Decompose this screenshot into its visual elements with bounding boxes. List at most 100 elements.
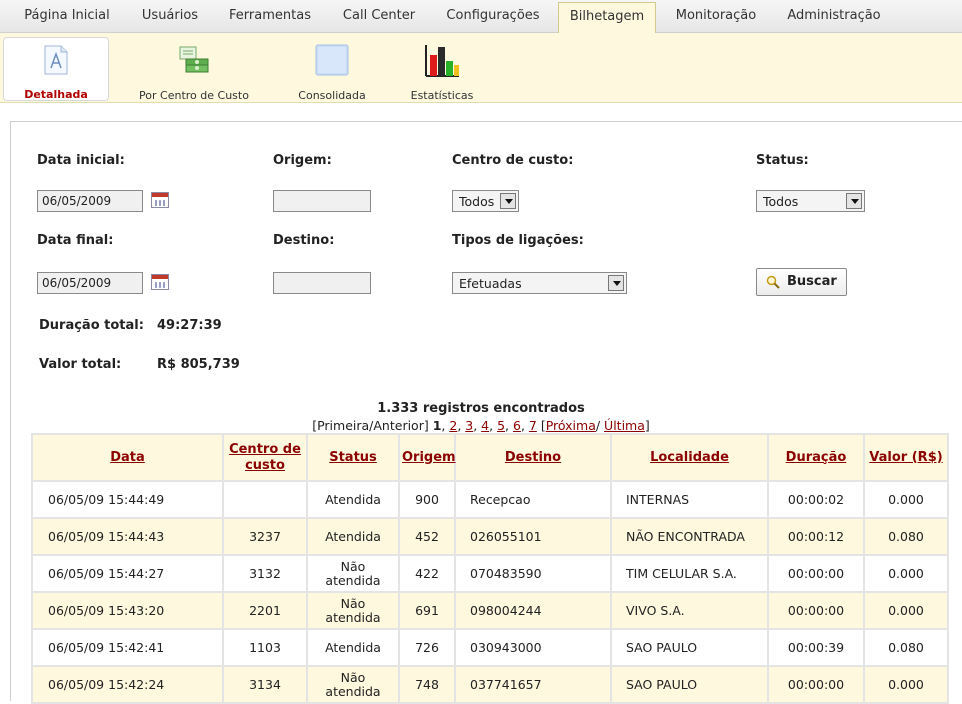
chevron-down-icon	[846, 193, 862, 209]
origem-label: Origem:	[273, 153, 332, 168]
cell-origem: 748	[398, 665, 456, 704]
status-value: Todos	[763, 194, 799, 209]
cell-localidade: NÃO ENCONTRADA	[610, 517, 769, 556]
calendar-icon[interactable]	[151, 274, 169, 290]
buscar-button[interactable]: Buscar	[756, 268, 847, 296]
tab-administracao[interactable]: Administração	[776, 0, 892, 33]
pager-next[interactable]: Próxima	[546, 418, 596, 433]
pagination: [Primeira/Anterior] 1, 2, 3, 4, 5, 6, 7 …	[312, 418, 650, 433]
cell-status: Atendida	[306, 480, 400, 519]
pager-last[interactable]: Última	[604, 418, 645, 433]
valor-total-value: R$ 805,739	[157, 357, 240, 372]
cell-destino: 030943000	[454, 628, 612, 667]
tab-monitoracao[interactable]: Monitoração	[664, 0, 768, 33]
cell-localidade: TIM CELULAR S.A.	[610, 554, 769, 593]
subnav-por-centro-de-custo[interactable]: Por Centro de Custo	[128, 37, 260, 102]
table-row: 06/05/09 15:42:41 1103 Atendida 726 0309…	[31, 628, 949, 667]
cell-destino: Recepcao	[454, 480, 612, 519]
cell-centro-custo: 3132	[222, 554, 308, 593]
calls-table: Data Centro de custo Status Origem Desti…	[31, 433, 949, 704]
centro-custo-select[interactable]: Todos	[452, 190, 519, 212]
cell-destino: 070483590	[454, 554, 612, 593]
table-row: 06/05/09 15:42:24 3134 Não atendida 748 …	[31, 665, 949, 704]
subnav-estatisticas[interactable]: Estatísticas	[402, 37, 482, 102]
data-inicial-label: Data inicial:	[37, 153, 125, 168]
tipos-ligacoes-select[interactable]: Efetuadas	[452, 272, 627, 294]
col-header-data[interactable]: Data	[31, 433, 224, 482]
tab-usuarios[interactable]: Usuários	[128, 0, 212, 33]
cell-valor: 0.080	[863, 517, 949, 556]
subnav-estatisticas-label: Estatísticas	[410, 89, 474, 102]
cell-status: Não atendida	[306, 591, 400, 630]
origem-field[interactable]	[273, 190, 371, 212]
cell-origem: 452	[398, 517, 456, 556]
cell-destino: 037741657	[454, 665, 612, 704]
pager-page[interactable]: 3	[465, 418, 473, 433]
cell-status: Atendida	[306, 517, 400, 556]
tipos-ligacoes-label: Tipos de ligações:	[452, 233, 584, 248]
table-header-row: Data Centro de custo Status Origem Desti…	[31, 433, 949, 482]
cell-valor: 0.000	[863, 591, 949, 630]
data-inicial-field[interactable]	[37, 190, 143, 212]
cell-valor: 0.000	[863, 665, 949, 704]
col-header-status[interactable]: Status	[306, 433, 400, 482]
pager-first-prev: [Primeira/Anterior]	[312, 418, 429, 433]
subnav-consolidada-label: Consolidada	[298, 89, 366, 102]
table-row: 06/05/09 15:44:27 3132 Não atendida 422 …	[31, 554, 949, 593]
subnav-consolidada[interactable]: Consolidada	[290, 37, 374, 102]
cell-status: Não atendida	[306, 554, 400, 593]
pager-page[interactable]: 7	[529, 418, 537, 433]
destino-field[interactable]	[273, 272, 371, 294]
cell-destino: 098004244	[454, 591, 612, 630]
pager-page[interactable]: 2	[449, 418, 457, 433]
status-label: Status:	[756, 153, 809, 168]
duracao-total-label: Duração total:	[39, 318, 144, 333]
col-header-centro-custo[interactable]: Centro de custo	[222, 433, 308, 482]
magnifier-icon	[766, 275, 780, 293]
subnav-detalhada[interactable]: Detalhada	[3, 37, 109, 101]
bar-chart-icon	[423, 43, 461, 82]
cell-duracao: 00:00:12	[767, 517, 865, 556]
col-header-localidade[interactable]: Localidade	[610, 433, 769, 482]
tipos-ligacoes-value: Efetuadas	[459, 276, 522, 291]
status-select[interactable]: Todos	[756, 190, 865, 212]
col-header-valor[interactable]: Valor (R$)	[863, 433, 949, 482]
centro-custo-value: Todos	[459, 194, 495, 209]
cell-localidade: VIVO S.A.	[610, 591, 769, 630]
money-stack-icon	[176, 43, 212, 80]
cell-centro-custo	[222, 480, 308, 519]
cell-localidade: SAO PAULO	[610, 628, 769, 667]
table-row: 06/05/09 15:43:20 2201 Não atendida 691 …	[31, 591, 949, 630]
report-toolbar: Detalhada Por Centro de Custo Consolidad…	[0, 33, 962, 103]
chevron-down-icon	[608, 275, 624, 291]
tab-configuracoes[interactable]: Configurações	[436, 0, 550, 33]
blank-sheet-icon	[314, 43, 350, 80]
cell-origem: 422	[398, 554, 456, 593]
cell-destino: 026055101	[454, 517, 612, 556]
tab-call-center[interactable]: Call Center	[330, 0, 428, 33]
tab-ferramentas[interactable]: Ferramentas	[218, 0, 322, 33]
pager-page[interactable]: 5	[497, 418, 505, 433]
col-header-origem[interactable]: Origem	[398, 433, 456, 482]
tab-bilhetagem[interactable]: Bilhetagem	[558, 2, 656, 34]
cell-duracao: 00:00:02	[767, 480, 865, 519]
col-header-duracao[interactable]: Duração	[767, 433, 865, 482]
cell-localidade: INTERNAS	[610, 480, 769, 519]
buscar-label: Buscar	[787, 274, 837, 289]
top-navigation: Página Inicial Usuários Ferramentas Call…	[0, 0, 962, 34]
cell-status: Atendida	[306, 628, 400, 667]
cell-centro-custo: 3237	[222, 517, 308, 556]
cell-origem: 726	[398, 628, 456, 667]
pager-page[interactable]: 6	[513, 418, 521, 433]
col-header-destino[interactable]: Destino	[454, 433, 612, 482]
cell-data: 06/05/09 15:44:49	[31, 480, 224, 519]
document-icon	[43, 44, 69, 79]
cell-duracao: 00:00:00	[767, 591, 865, 630]
calendar-icon[interactable]	[151, 192, 169, 208]
pager-page[interactable]: 4	[481, 418, 489, 433]
cell-duracao: 00:00:00	[767, 554, 865, 593]
cell-duracao: 00:00:00	[767, 665, 865, 704]
data-final-field[interactable]	[37, 272, 143, 294]
cell-centro-custo: 2201	[222, 591, 308, 630]
tab-pagina-inicial[interactable]: Página Inicial	[12, 0, 122, 33]
